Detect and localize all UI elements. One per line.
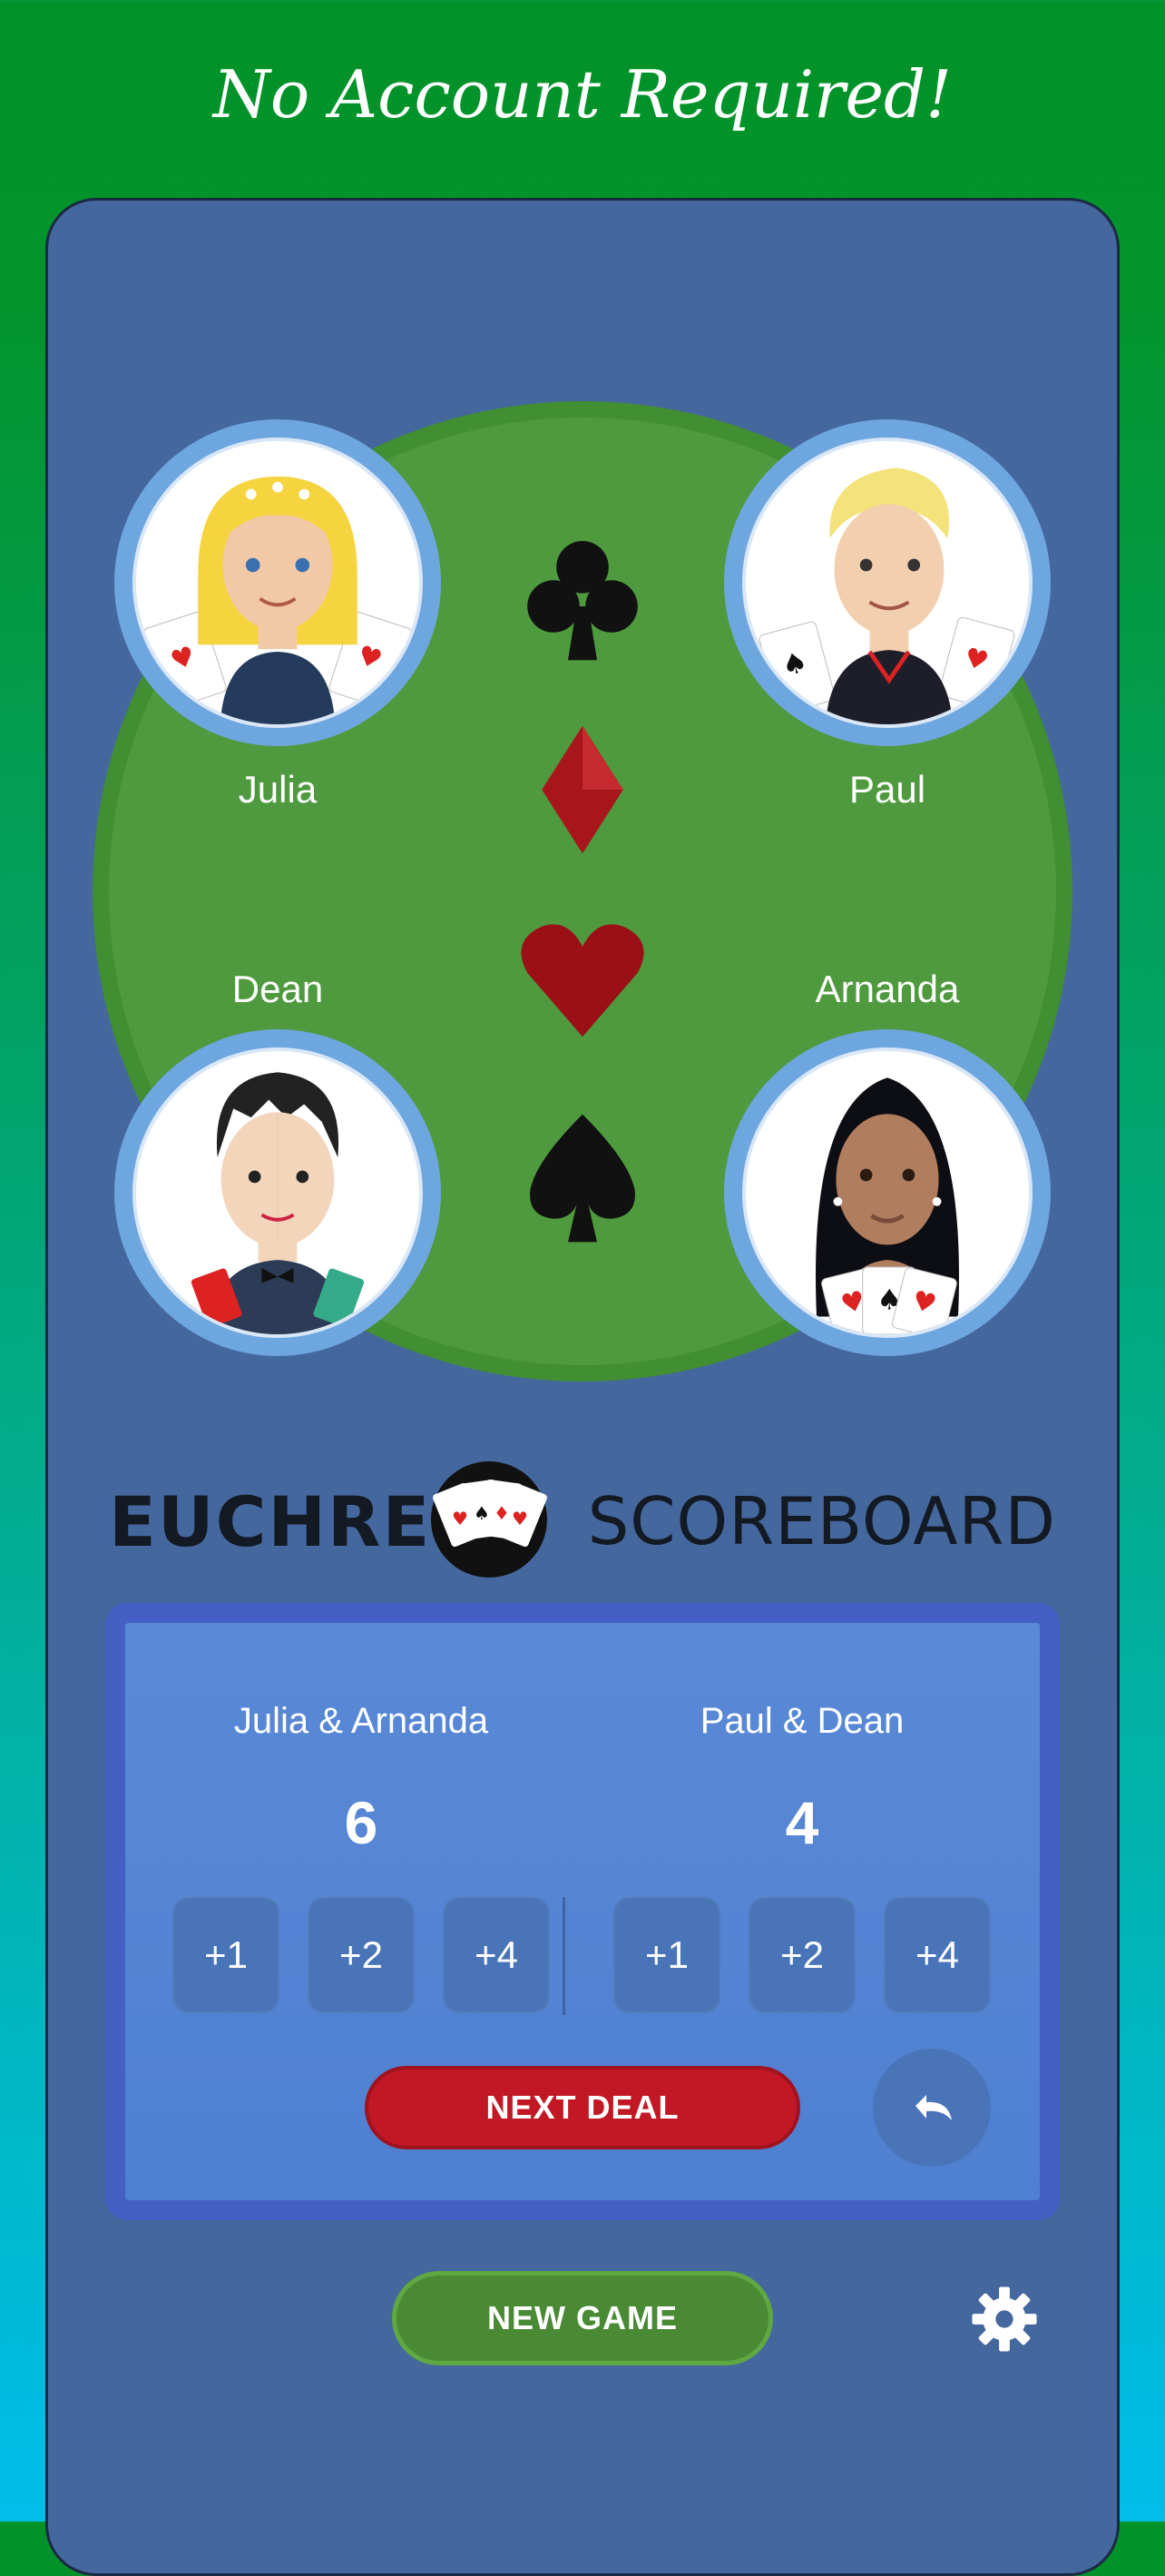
new-game-button[interactable]: NEW GAME — [392, 2271, 773, 2365]
svg-text:♥: ♥ — [452, 1508, 468, 1529]
avatar-julia[interactable]: ♥ ♥ — [114, 419, 441, 746]
logo-text-right: SCOREBOARD — [587, 1483, 1056, 1559]
diamonds-icon[interactable] — [510, 717, 655, 862]
svg-text:♥: ♥ — [512, 1508, 528, 1529]
hearts-icon[interactable] — [510, 903, 655, 1048]
euchre-scoreboard-logo: EUCHRE ♥ ♠ ♦ ♥ SCOREBOARD — [109, 1456, 1056, 1583]
team1-plus1-button[interactable]: +1 — [172, 1897, 279, 2013]
headline: No Account Required! — [212, 56, 953, 133]
avatar-arnanda[interactable]: ♥ ♠ ♥ — [724, 1029, 1051, 1356]
svg-text:♦: ♦ — [494, 1502, 510, 1524]
team2-plus1-button[interactable]: +1 — [613, 1897, 720, 2013]
team1-plus4-button[interactable]: +4 — [443, 1897, 550, 2013]
logo-text-left: EUCHRE — [109, 1481, 432, 1562]
avatar-dean[interactable] — [114, 1029, 441, 1356]
team2-plus2-button[interactable]: +2 — [749, 1897, 856, 2013]
team2-score: 4 — [785, 1789, 819, 1856]
team2-name: Paul & Dean — [700, 1701, 905, 1741]
spades-icon[interactable] — [510, 1106, 655, 1251]
team-divider — [563, 1897, 565, 2015]
settings-button[interactable] — [971, 2286, 1038, 2353]
team1-plus2-button[interactable]: +2 — [308, 1897, 415, 2013]
next-deal-button[interactable]: NEXT DEAL — [365, 2066, 800, 2149]
player-avatar-icon: ♥ ♠ ♥ — [816, 1077, 959, 1334]
clubs-icon[interactable] — [510, 526, 655, 672]
player-avatar-icon: ♥ ♥ — [143, 477, 412, 724]
player-name-arnanda: Arnanda — [815, 968, 960, 1010]
team1-name: Julia & Arnanda — [233, 1701, 489, 1741]
avatar-paul[interactable]: ♠ ♥ — [724, 419, 1051, 746]
card-fan-icon: ♥ ♠ ♦ ♥ — [431, 1461, 547, 1578]
gear-icon — [972, 2286, 1037, 2352]
svg-text:♠: ♠ — [474, 1502, 490, 1524]
team2-plus4-button[interactable]: +4 — [884, 1897, 991, 2013]
undo-button[interactable] — [873, 2049, 991, 2167]
player-avatar-icon: ♠ ♥ — [759, 467, 1015, 724]
player-name-dean: Dean — [231, 968, 324, 1010]
team1-score: 6 — [344, 1789, 378, 1856]
undo-icon — [915, 2095, 952, 2120]
player-avatar-icon — [191, 1072, 365, 1334]
player-name-julia: Julia — [238, 768, 318, 811]
player-name-paul: Paul — [848, 768, 926, 811]
